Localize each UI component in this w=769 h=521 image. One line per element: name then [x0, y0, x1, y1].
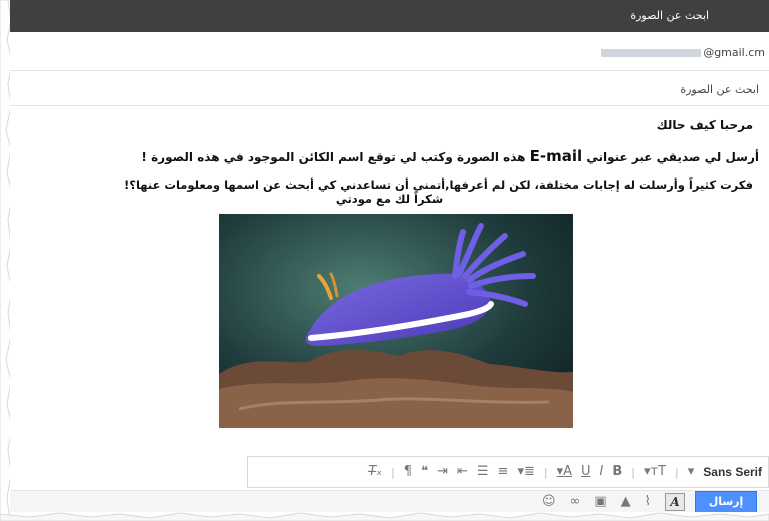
- font-dropdown-arrow-icon[interactable]: ▾: [688, 464, 695, 480]
- formatting-toolbar: T̶ₓ | ¶ ❝ ⇥ ⇤ ☰ ≡ ▾≣ | ▾A U I B | ▾тT | …: [247, 456, 769, 488]
- recipient-email: @gmail.cm: [703, 46, 765, 59]
- rtl-icon[interactable]: ¶: [404, 464, 412, 480]
- subject-field[interactable]: ابحث عن الصورة: [680, 83, 759, 96]
- remove-formatting-icon[interactable]: T̶ₓ: [368, 464, 382, 480]
- torn-paper-edge-bottom: [0, 512, 769, 521]
- attach-icon[interactable]: ⌇: [645, 494, 651, 510]
- quote-icon[interactable]: ❝: [421, 464, 428, 480]
- compose-actions: ☺ ∞ ▣ ▲ ⌇ A: [542, 493, 685, 511]
- compose-title: ابحث عن الصورة: [630, 9, 709, 22]
- email-word: E-mail: [529, 147, 583, 165]
- line1-start: أرسل لي صديقي عبر عنواني: [586, 150, 759, 164]
- toolbar-divider: |: [675, 465, 679, 479]
- message-body[interactable]: مرحبا كيف حالك أرسل لي صديقي عبر عنواني …: [10, 106, 769, 456]
- toolbar-divider: |: [631, 465, 635, 479]
- message-line-3: شكراً لك مع مودتي: [335, 192, 444, 206]
- bold-icon[interactable]: B: [612, 464, 622, 480]
- indent-more-icon[interactable]: ⇥: [437, 464, 448, 480]
- photo-icon[interactable]: ▣: [594, 494, 606, 510]
- bulleted-list-icon[interactable]: ☰: [477, 464, 489, 480]
- compose-bottom-bar: ☺ ∞ ▣ ▲ ⌇ A إرسال: [10, 490, 769, 512]
- formatting-toggle-icon[interactable]: A: [665, 493, 685, 511]
- font-family-select[interactable]: Sans Serif: [703, 465, 762, 479]
- message-line-2: فكرت كثيراً وأرسلت له إجابات مختلفة، لكن…: [124, 178, 753, 192]
- numbered-list-icon[interactable]: ≡: [498, 464, 509, 480]
- toolbar-divider: |: [543, 465, 548, 479]
- send-button[interactable]: إرسال: [695, 491, 757, 512]
- font-size-icon[interactable]: ▾тT: [644, 464, 666, 480]
- toolbar-divider: |: [391, 465, 395, 479]
- recipient-field[interactable]: @gmail.cm: [601, 46, 765, 59]
- text-color-icon[interactable]: ▾A: [557, 464, 572, 480]
- compose-window: ابحث عن الصورة @gmail.cm ابحث عن الصورة …: [10, 0, 769, 512]
- recipient-row[interactable]: @gmail.cm: [10, 32, 769, 71]
- link-icon[interactable]: ∞: [570, 494, 581, 510]
- line1-end: هذه الصورة وكتب لي توقع اسم الكائن الموج…: [141, 150, 526, 164]
- subject-row[interactable]: ابحث عن الصورة: [10, 71, 769, 106]
- nudibranch-photo: [219, 214, 573, 428]
- compose-title-bar[interactable]: ابحث عن الصورة: [10, 0, 769, 32]
- emoji-icon[interactable]: ☺: [542, 494, 556, 510]
- greeting-text: مرحبا كيف حالك: [656, 118, 753, 132]
- indent-less-icon[interactable]: ⇤: [457, 464, 468, 480]
- align-icon[interactable]: ▾≣: [517, 464, 534, 480]
- redacted-email-mask: [601, 49, 702, 57]
- underline-icon[interactable]: U: [581, 464, 591, 480]
- message-line-1: أرسل لي صديقي عبر عنواني E-mail هذه الصو…: [141, 147, 759, 165]
- drive-icon[interactable]: ▲: [621, 494, 631, 510]
- italic-icon[interactable]: I: [600, 464, 604, 480]
